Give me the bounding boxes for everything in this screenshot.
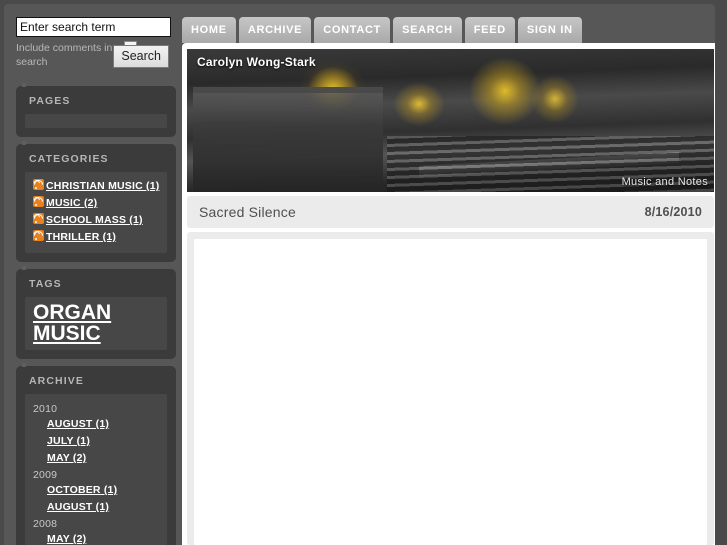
inner-frame: Include comments in search Search PAGES …	[4, 4, 719, 545]
tab-sign-in[interactable]: SIGN IN	[517, 17, 582, 43]
site-title: Carolyn Wong-Stark	[197, 55, 316, 69]
list-item[interactable]: MAY (2)	[47, 452, 159, 464]
archive-year: 2009	[33, 469, 58, 481]
include-comments-label: Include comments in search	[16, 42, 113, 68]
search-button[interactable]: Search	[113, 45, 169, 68]
widget-title-tags: TAGS	[29, 278, 62, 290]
main-column: HOME ARCHIVE CONTACT SEARCH FEED SIGN IN Caro…	[182, 8, 719, 545]
sidebar-widget-tags: TAGS ORGAN MUSIC	[16, 266, 176, 359]
archive-year: 2008	[33, 518, 58, 530]
archive-month-link[interactable]: AUGUST (1)	[47, 418, 109, 430]
list-item[interactable]: MUSIC (2)	[33, 196, 159, 209]
list-item[interactable]: JULY (1)	[47, 435, 159, 447]
sidebar-widget-pages: PAGES	[16, 83, 176, 137]
sidebar-widget-categories: CATEGORIES CHRISTIAN MUSIC (1) MUSIC (2)…	[16, 141, 176, 262]
archive-month-link[interactable]: JULY (1)	[47, 435, 90, 447]
post-date: 8/16/2010	[644, 205, 702, 219]
archive-month-link[interactable]: MAY (2)	[47, 452, 86, 464]
tab-contact[interactable]: CONTACT	[314, 17, 391, 43]
search-options-row: Include comments in search Search	[16, 41, 174, 75]
archive-month-link[interactable]: MAY (2)	[47, 533, 86, 545]
category-link[interactable]: SCHOOL MASS (1)	[46, 214, 143, 226]
right-gutter	[715, 0, 727, 545]
rss-icon	[33, 213, 44, 224]
tab-home[interactable]: HOME	[182, 17, 236, 43]
category-link[interactable]: THRILLER (1)	[46, 231, 116, 243]
list-item[interactable]: MAY (2)	[47, 533, 159, 545]
tab-search[interactable]: SEARCH	[393, 17, 462, 43]
nav-tabs: HOME ARCHIVE CONTACT SEARCH FEED SIGN IN	[182, 17, 585, 43]
search-widget: Include comments in search Search	[8, 8, 182, 79]
archive-year: 2010	[33, 403, 58, 415]
widget-body-tags: ORGAN MUSIC	[25, 297, 167, 350]
tab-feed[interactable]: FEED	[464, 17, 515, 43]
tag-link[interactable]: ORGAN MUSIC	[33, 302, 159, 344]
list-item[interactable]: AUGUST (1)	[47, 501, 159, 513]
site-banner: Carolyn Wong-Stark Music and Notes	[187, 49, 714, 192]
post-body-content	[194, 239, 707, 545]
rss-icon	[33, 196, 44, 207]
post-body	[187, 232, 714, 545]
banner-image	[187, 49, 714, 192]
archive-month-link[interactable]: OCTOBER (1)	[47, 484, 117, 496]
widget-title-archive: ARCHIVE	[29, 375, 84, 387]
widget-body-categories: CHRISTIAN MUSIC (1) MUSIC (2) SCHOOL MAS…	[25, 172, 167, 253]
category-link[interactable]: MUSIC (2)	[46, 197, 97, 209]
sidebar: Include comments in search Search PAGES …	[8, 8, 182, 545]
widget-body-archive: 2010 AUGUST (1) JULY (1) MAY (2) 2009 OC…	[25, 394, 167, 545]
search-input[interactable]	[16, 17, 171, 37]
page-frame: Include comments in search Search PAGES …	[0, 0, 727, 545]
widget-title-categories: CATEGORIES	[29, 153, 109, 165]
archive-month-link[interactable]: AUGUST (1)	[47, 501, 109, 513]
rss-icon	[33, 230, 44, 241]
post-header: Sacred Silence 8/16/2010	[187, 196, 714, 228]
widget-body-pages	[25, 114, 167, 128]
category-link[interactable]: CHRISTIAN MUSIC (1)	[46, 180, 159, 192]
list-item[interactable]: THRILLER (1)	[33, 230, 159, 243]
list-item[interactable]: SCHOOL MASS (1)	[33, 213, 159, 226]
content-panel: Carolyn Wong-Stark Music and Notes Sacre…	[182, 43, 719, 545]
banner-architecture	[193, 87, 383, 192]
widget-title-pages: PAGES	[29, 95, 71, 107]
site-tagline: Music and Notes	[621, 176, 708, 188]
tab-archive[interactable]: ARCHIVE	[238, 17, 312, 43]
sidebar-widget-archive: ARCHIVE 2010 AUGUST (1) JULY (1) MAY (2)…	[16, 363, 176, 545]
list-item[interactable]: CHRISTIAN MUSIC (1)	[33, 179, 159, 192]
post-title: Sacred Silence	[199, 204, 296, 220]
list-item[interactable]: OCTOBER (1)	[47, 484, 159, 496]
rss-icon	[33, 179, 44, 190]
list-item[interactable]: AUGUST (1)	[47, 418, 159, 430]
